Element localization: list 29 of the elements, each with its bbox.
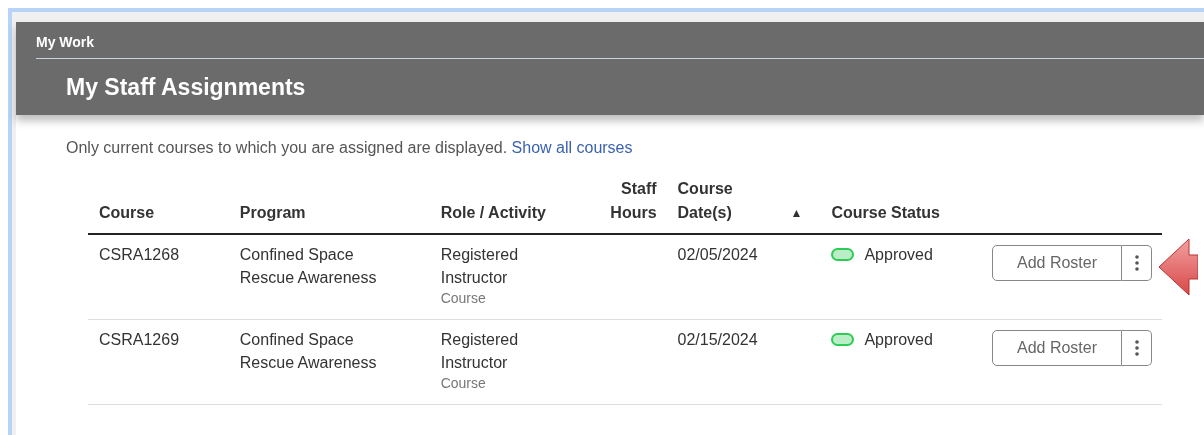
breadcrumb: My Work	[36, 30, 1204, 59]
role-name: Registered Instructor	[440, 329, 520, 373]
column-header[interactable]: Role / Activity	[440, 201, 546, 225]
status-text: Approved	[864, 245, 933, 265]
program-name: Confined Space Rescue Awareness	[239, 245, 378, 288]
column-header[interactable]: Program	[239, 201, 306, 225]
course-date: 02/15/2024	[677, 330, 758, 348]
page-title: My Staff Assignments	[65, 73, 307, 102]
course-date: 02/05/2024	[677, 246, 758, 263]
column-header[interactable]: Staff Hours	[606, 177, 657, 225]
column-header[interactable]: Course Date(s)	[677, 177, 738, 225]
more-vertical-icon	[1134, 255, 1139, 271]
show-all-courses-link[interactable]: Show all courses	[511, 139, 633, 156]
more-options-button[interactable]	[1122, 245, 1152, 281]
course-code: CSRA1269	[99, 330, 180, 348]
role-name: Registered Instructor	[440, 245, 520, 288]
course-code: CSRA1268	[99, 246, 180, 263]
column-header[interactable]: Course Status	[831, 201, 940, 225]
add-roster-button[interactable]: Add Roster	[992, 329, 1122, 366]
add-roster-button[interactable]: Add Roster	[992, 245, 1122, 281]
more-options-button[interactable]	[1122, 329, 1152, 366]
activity-type: Course	[440, 373, 487, 392]
column-header[interactable]: Course	[99, 201, 155, 225]
sort-ascending-icon[interactable]: ▲	[790, 201, 811, 225]
more-vertical-icon	[1134, 339, 1139, 356]
status-text: Approved	[864, 329, 933, 350]
program-name: Confined Space Rescue Awareness	[239, 329, 378, 373]
notice-text: Only current courses to which you are assigned are displayed. Show all courses	[66, 139, 633, 156]
activity-type: Course	[440, 289, 487, 307]
